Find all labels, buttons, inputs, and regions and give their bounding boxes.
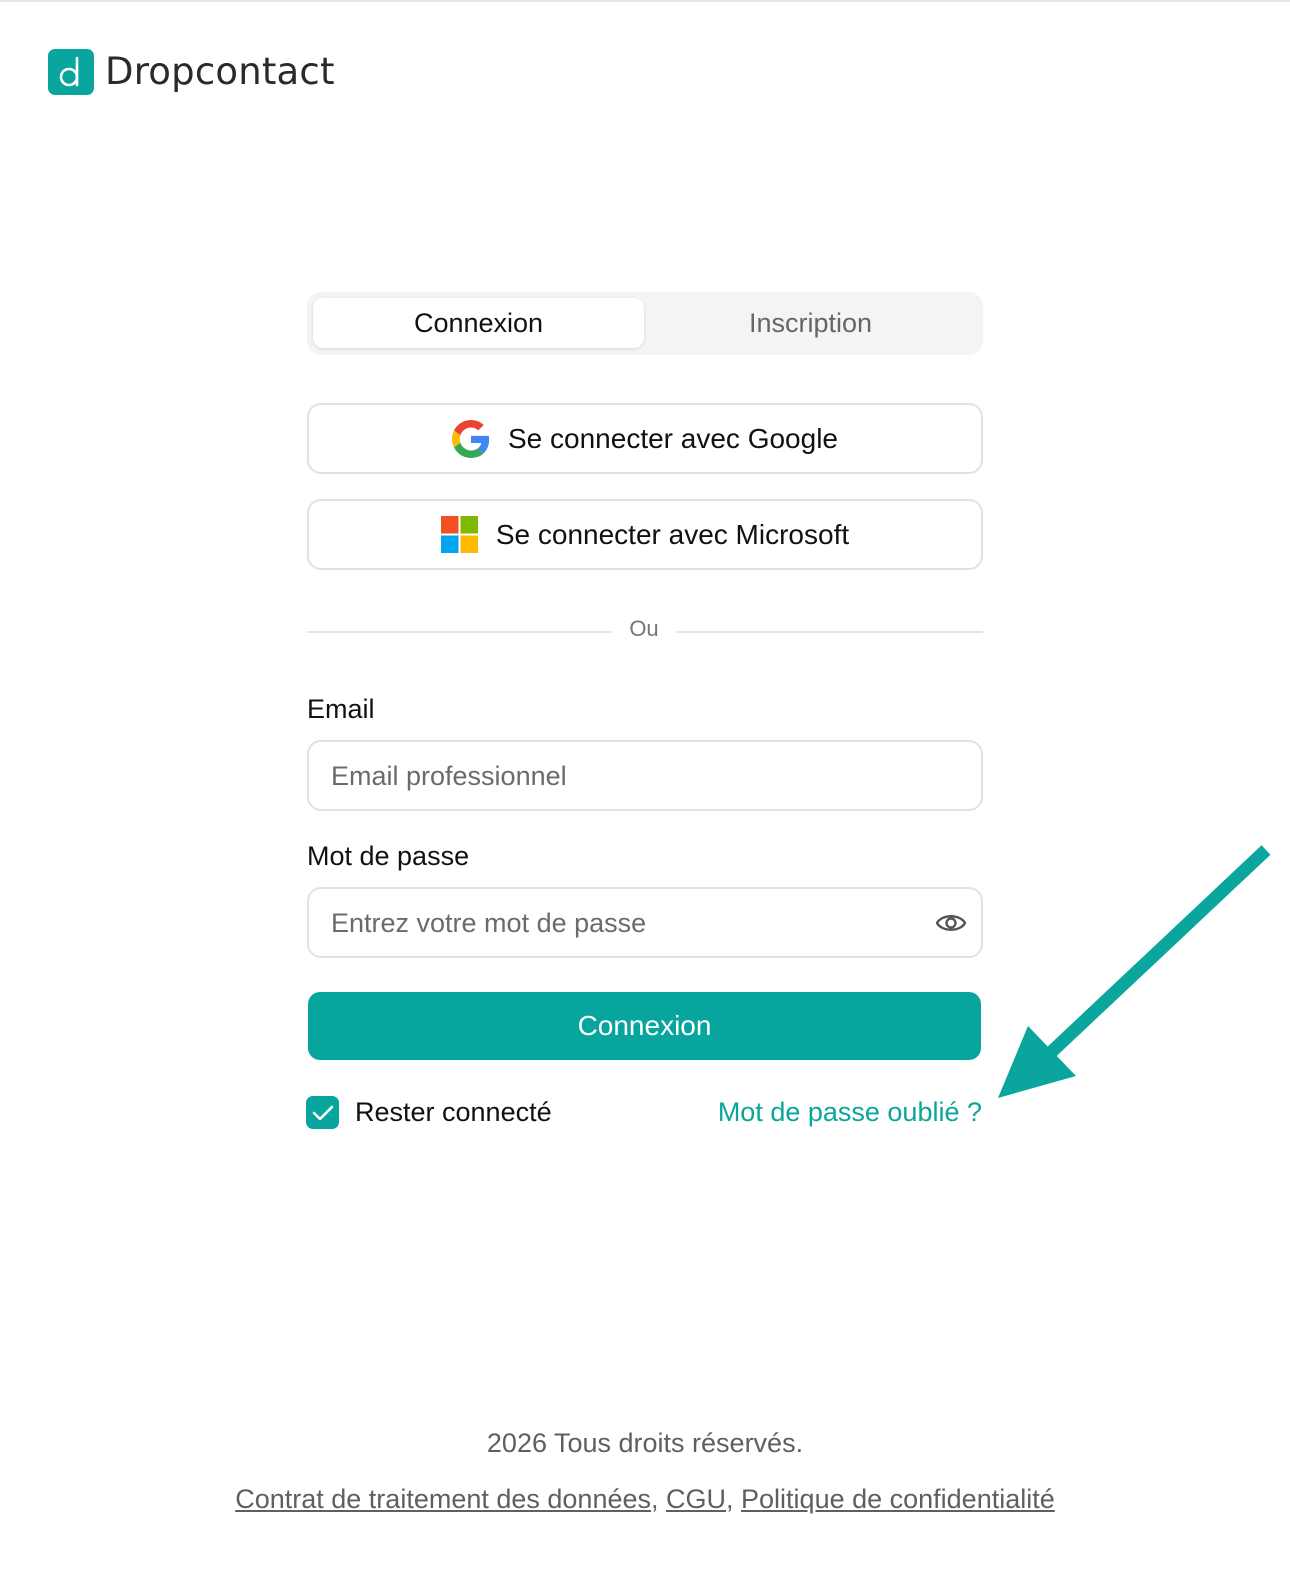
microsoft-icon xyxy=(440,516,478,553)
password-label: Mot de passe xyxy=(307,841,470,871)
eye-icon[interactable] xyxy=(935,908,967,938)
footer-link-privacy[interactable]: Politique de confidentialité xyxy=(741,1484,1055,1514)
google-signin-button[interactable]: Se connecter avec Google xyxy=(307,403,983,474)
google-signin-label: Se connecter avec Google xyxy=(508,422,838,454)
google-icon xyxy=(452,419,490,458)
footer-link-cgu[interactable]: CGU xyxy=(666,1484,726,1514)
brand-name: Dropcontact xyxy=(105,50,335,93)
forgot-password-link[interactable]: Mot de passe oublié ? xyxy=(718,1097,982,1128)
email-field[interactable] xyxy=(329,742,923,811)
footer-copyright: 2026 Tous droits réservés. xyxy=(486,1428,804,1458)
divider-left xyxy=(307,631,611,633)
email-label: Email xyxy=(307,694,375,724)
arrow-icon xyxy=(998,845,1271,1098)
brand-logo[interactable]: Dropcontact xyxy=(48,49,335,95)
footer-link-dpa[interactable]: Contrat de traitement des données xyxy=(235,1484,651,1514)
login-submit-button[interactable]: Connexion xyxy=(308,992,981,1060)
microsoft-signin-button[interactable]: Se connecter avec Microsoft xyxy=(307,499,983,570)
divider-right xyxy=(677,631,983,633)
tab-inscription[interactable]: Inscription xyxy=(645,298,976,348)
auth-tabs: Connexion Inscription xyxy=(307,292,983,355)
password-field[interactable] xyxy=(329,889,923,958)
password-field-container xyxy=(307,887,983,958)
microsoft-signin-label: Se connecter avec Microsoft xyxy=(495,518,850,550)
remember-me-toggle[interactable]: Rester connecté xyxy=(306,1096,552,1129)
footer-separator: , xyxy=(726,1484,742,1514)
remember-me-label: Rester connecté xyxy=(355,1097,552,1127)
dropcontact-logo-icon xyxy=(48,49,94,95)
remember-me-checkbox[interactable] xyxy=(306,1096,339,1129)
check-icon xyxy=(312,1105,333,1120)
top-border xyxy=(0,0,1290,2)
login-page: Dropcontact Connexion Inscription Se con… xyxy=(0,0,1290,1576)
email-field-container xyxy=(307,740,983,811)
tab-connexion[interactable]: Connexion xyxy=(313,298,644,348)
divider-or: Ou xyxy=(629,616,659,641)
footer-separator: , xyxy=(651,1484,667,1514)
footer-links: Contrat de traitement des données, CGU, … xyxy=(0,1484,1290,1515)
